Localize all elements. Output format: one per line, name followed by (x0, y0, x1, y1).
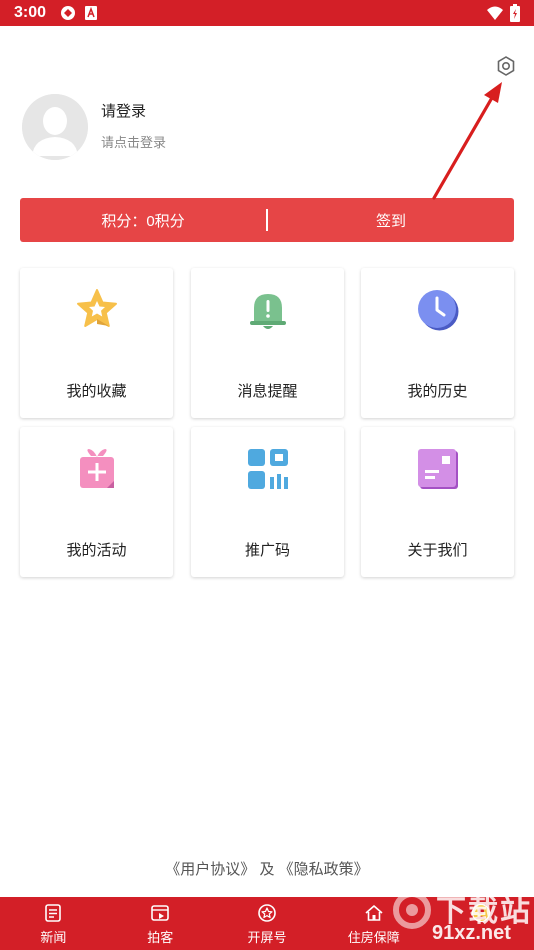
privacy-policy-link[interactable]: 《隐私政策》 (279, 861, 369, 878)
letter-a-icon (85, 6, 97, 20)
tab-mine[interactable] (427, 897, 534, 950)
menu-label: 消息提醒 (237, 383, 298, 400)
menu-item-messages[interactable]: 消息提醒 (191, 268, 344, 418)
status-notification-icons (60, 5, 98, 21)
qrcode-icon (248, 449, 288, 489)
login-profile[interactable]: 请登录 请点击登录 (22, 94, 442, 160)
checkin-button[interactable]: 签到 (268, 198, 514, 242)
clock-icon (418, 290, 459, 331)
status-system-icons (486, 4, 520, 22)
news-icon (45, 904, 62, 922)
tab-news[interactable]: 新闻 (0, 897, 107, 950)
menu-label: 推广码 (244, 542, 290, 559)
login-title[interactable]: 请登录 (101, 100, 146, 121)
battery-icon (510, 4, 520, 22)
default-avatar-icon (22, 94, 88, 160)
user-agreement-link[interactable]: 《用户协议》 (165, 861, 255, 878)
star-icon (77, 289, 117, 327)
app-notification-icon (61, 6, 75, 20)
menu-label: 我的收藏 (66, 383, 127, 400)
menu-item-about-us[interactable]: 关于我们 (361, 427, 514, 577)
gift-icon (80, 449, 114, 488)
points-button[interactable]: 积分：0积分 (20, 198, 266, 242)
menu-item-promo-code[interactable]: 推广码 (191, 427, 344, 577)
login-subtitle[interactable]: 请点击登录 (101, 132, 166, 151)
settings-button[interactable] (494, 54, 518, 78)
tab-splash-account[interactable]: 开屏号 (214, 897, 321, 950)
tab-housing[interactable]: 住房保障 (320, 897, 427, 950)
footer-links: 《用户协议》 及 《隐私政策》 (0, 858, 534, 879)
menu-label: 我的活动 (66, 542, 127, 559)
bell-icon (250, 294, 286, 329)
status-bar: 3:00 (0, 0, 534, 26)
star-circle-icon (258, 904, 276, 922)
tab-label: 开屏号 (247, 930, 287, 945)
tab-label: 住房保障 (347, 930, 400, 945)
menu-item-favorites[interactable]: 我的收藏 (20, 268, 173, 418)
house-icon (365, 905, 383, 921)
photo-icon (151, 905, 169, 921)
avatar[interactable] (22, 94, 88, 160)
gear-icon (497, 56, 515, 76)
status-time: 3:00 (14, 4, 47, 21)
info-card-icon (418, 449, 458, 489)
menu-label: 关于我们 (407, 542, 468, 559)
tab-photo[interactable]: 拍客 (107, 897, 214, 950)
wifi-icon (487, 6, 503, 20)
menu-label: 我的历史 (407, 383, 468, 400)
menu-item-activities[interactable]: 我的活动 (20, 427, 173, 577)
bottom-tab-bar: 新闻 拍客 开屏号 住房保障 (0, 897, 534, 950)
points-bar: 积分：0积分 签到 (20, 198, 514, 242)
tab-label: 拍客 (147, 930, 174, 945)
tab-label: 新闻 (40, 930, 67, 945)
person-icon (471, 903, 490, 923)
footer-and-text: 及 (259, 861, 275, 878)
menu-item-history[interactable]: 我的历史 (361, 268, 514, 418)
